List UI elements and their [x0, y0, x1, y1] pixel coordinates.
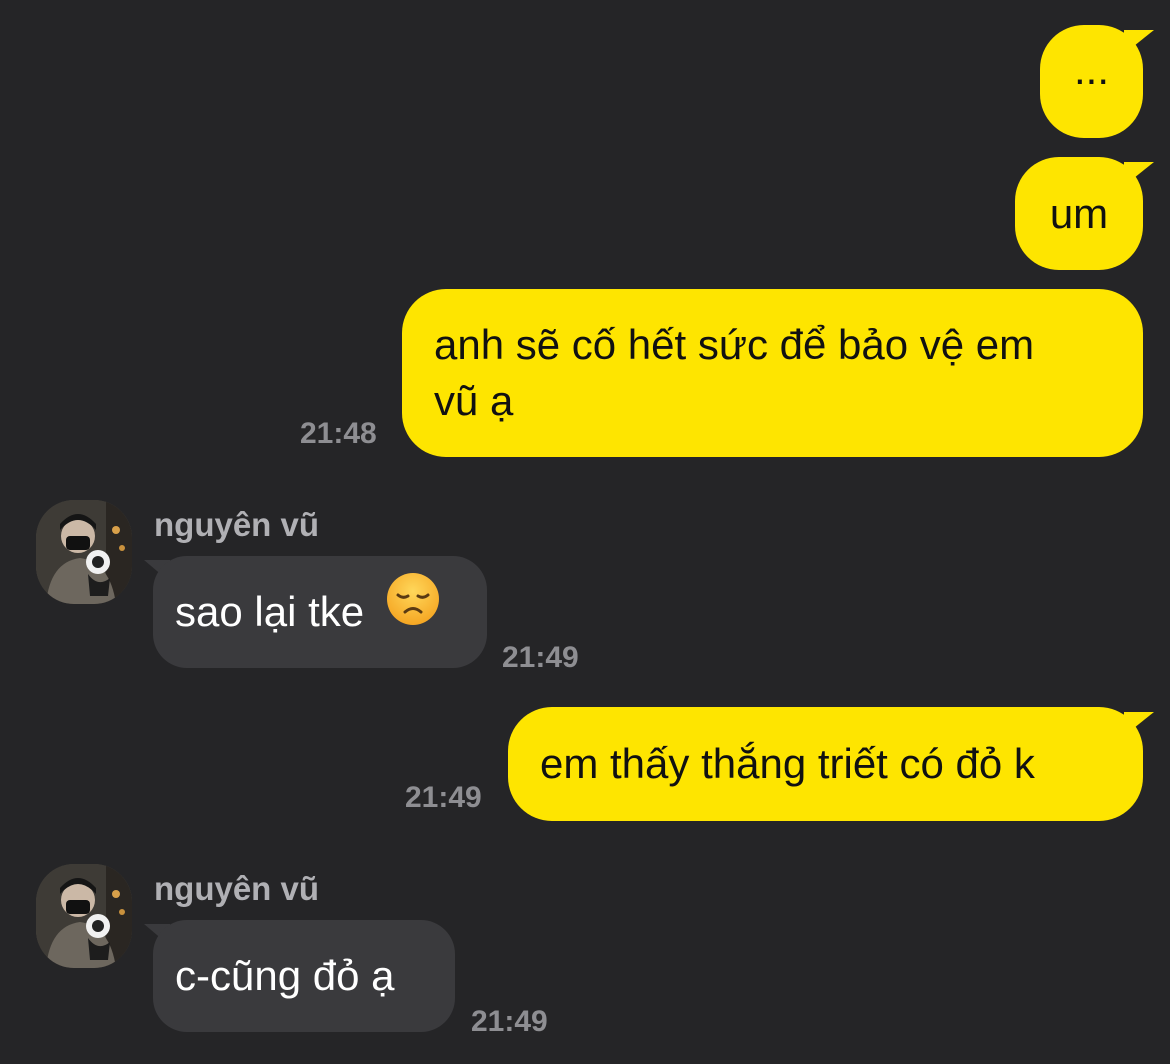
message-text: um: [1049, 190, 1109, 237]
incoming-message-bubble[interactable]: sao lại tke: [153, 556, 487, 668]
message-timestamp: 21:48: [300, 417, 377, 450]
avatar[interactable]: [36, 500, 132, 604]
message-text: sao lại tke: [175, 588, 365, 635]
avatar-photo-icon: [36, 864, 132, 968]
message-text: c-cũng đỏ ạ: [175, 952, 395, 999]
avatar[interactable]: [36, 864, 132, 968]
incoming-message-bubble[interactable]: c-cũng đỏ ạ: [153, 920, 455, 1032]
sender-name: nguyên vũ: [154, 870, 320, 907]
outgoing-message-bubble[interactable]: em thấy thắng triết có đỏ k: [508, 707, 1143, 821]
disappointed-face-icon: [386, 556, 440, 668]
outgoing-message-bubble[interactable]: ...: [1040, 25, 1143, 138]
sender-name: nguyên vũ: [154, 506, 320, 543]
message-text-line: anh sẽ cố hết sức để bảo vệ em: [434, 321, 1035, 368]
message-text: ...: [1073, 46, 1109, 93]
message-text-line: vũ ạ: [434, 377, 514, 424]
message-timestamp: 21:49: [502, 641, 579, 674]
message-text: em thấy thắng triết có đỏ k: [540, 740, 1035, 787]
outgoing-message-bubble[interactable]: anh sẽ cố hết sức để bảo vệ em vũ ạ: [402, 289, 1143, 457]
message-timestamp: 21:49: [471, 1005, 548, 1038]
outgoing-message-bubble[interactable]: um: [1015, 157, 1143, 270]
message-timestamp: 21:49: [405, 781, 482, 814]
avatar-photo-icon: [36, 500, 132, 604]
